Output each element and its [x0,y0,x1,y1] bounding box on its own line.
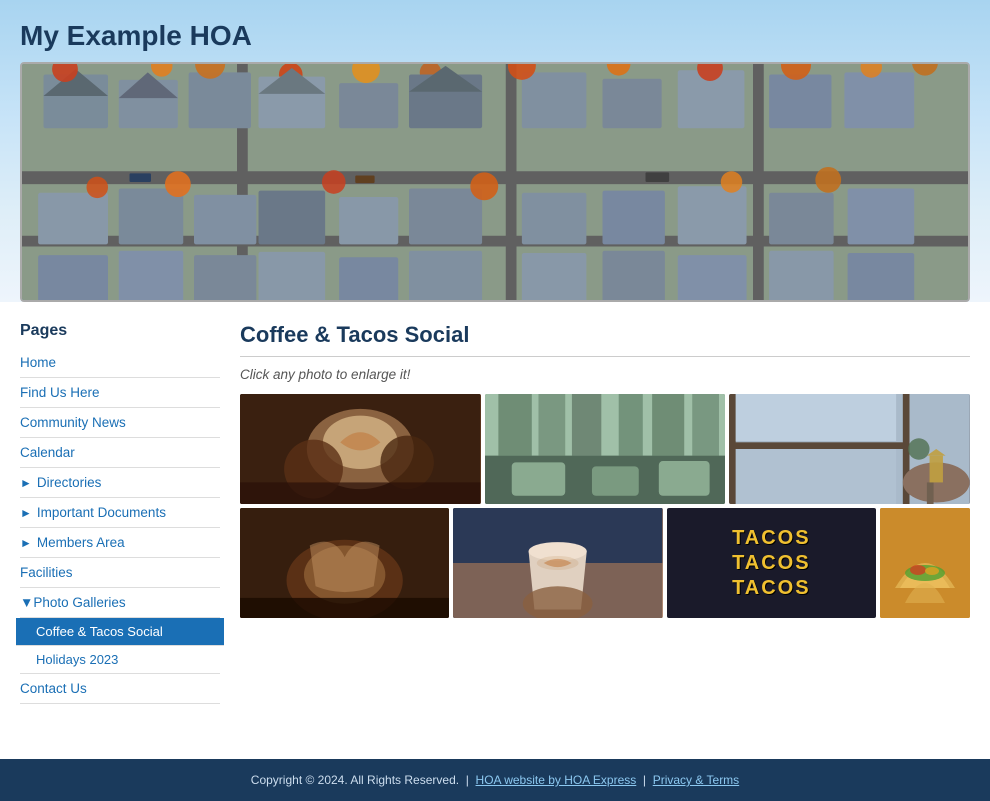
chevron-right-icon: ► [20,476,32,490]
gallery-photo-3[interactable] [729,394,970,504]
gallery-photo-2[interactable] [485,394,726,504]
footer-copyright: Copyright © 2024. All Rights Reserved. [251,773,459,787]
gallery-photo-1[interactable] [240,394,481,504]
gallery-row-2: TACOS TACOS TACOS [240,508,970,618]
site-footer: Copyright © 2024. All Rights Reserved. |… [0,759,990,801]
tacos-text-3: TACOS [732,577,811,600]
page-title: Coffee & Tacos Social [240,322,970,357]
gallery-instruction: Click any photo to enlarge it! [240,367,970,382]
gallery-photo-7[interactable] [880,508,970,618]
sidebar-item-calendar[interactable]: Calendar [20,438,220,468]
gallery-photo-6[interactable]: TACOS TACOS TACOS [667,508,876,618]
sidebar-item-members-area[interactable]: ► Members Area [20,528,220,558]
sidebar-item-holidays-2023[interactable]: Holidays 2023 [20,646,220,674]
gallery-row-1 [240,394,970,504]
sidebar-item-home[interactable]: Home [20,348,220,378]
sidebar-item-important-documents[interactable]: ► Important Documents [20,498,220,528]
chevron-right-icon: ► [20,506,32,520]
footer-privacy-link[interactable]: Privacy & Terms [653,773,739,787]
gallery-photo-4[interactable] [240,508,449,618]
chevron-right-icon: ► [20,536,32,550]
main-layout: Pages Home Find Us Here Community News C… [0,302,990,724]
sidebar-item-community-news[interactable]: Community News [20,408,220,438]
hero-image [20,62,970,302]
tacos-text-1: TACOS [732,527,811,550]
gallery-photo-5[interactable] [453,508,662,618]
site-title: My Example HOA [0,10,990,62]
sidebar-section-title: Pages [20,322,220,340]
footer-hoa-link[interactable]: HOA website by HOA Express [476,773,637,787]
sidebar-item-directories[interactable]: ► Directories [20,468,220,498]
sidebar-item-contact-us[interactable]: Contact Us [20,674,220,704]
sidebar-item-photo-galleries[interactable]: ▼ Photo Galleries [20,588,220,618]
hero-svg [22,64,968,300]
site-header: My Example HOA [0,0,990,302]
sidebar: Pages Home Find Us Here Community News C… [20,322,220,704]
tacos-text-2: TACOS [732,552,811,575]
sidebar-item-facilities[interactable]: Facilities [20,558,220,588]
content-area: Coffee & Tacos Social Click any photo to… [240,322,970,704]
sidebar-item-coffee-tacos-social[interactable]: Coffee & Tacos Social [16,618,224,646]
chevron-down-icon: ▼ [20,595,33,610]
sidebar-item-find-us-here[interactable]: Find Us Here [20,378,220,408]
